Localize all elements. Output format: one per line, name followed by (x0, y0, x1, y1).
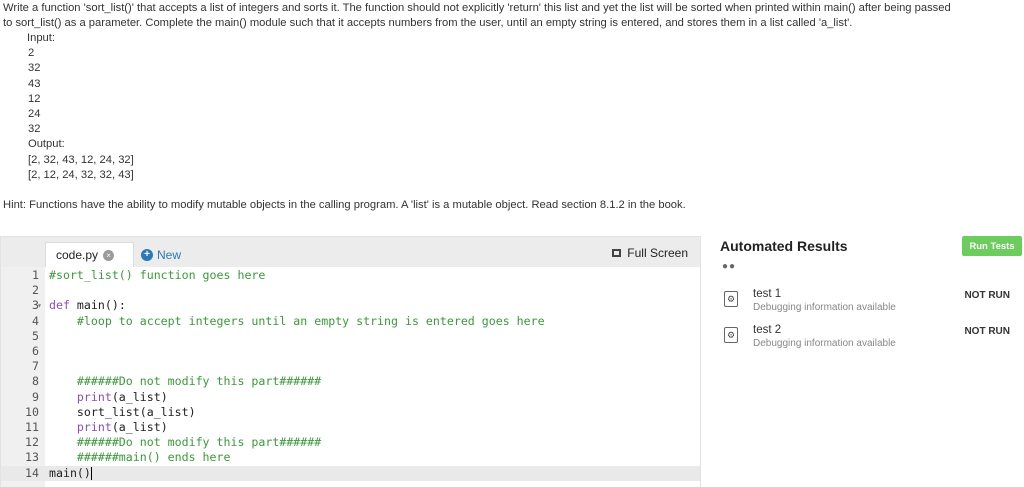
new-label: New (157, 247, 182, 262)
prompt-line-1: Write a function 'sort_list()' that acce… (3, 2, 951, 14)
test-name: test 2 (753, 324, 782, 336)
hint-text: Hint: Functions have the ability to modi… (3, 199, 686, 211)
line-number: 10 (25, 404, 39, 419)
code-rest: (a_list) (111, 389, 168, 404)
fullscreen-icon (612, 249, 622, 257)
keyword: print (49, 389, 112, 404)
editor-tabbar: code.py × + New Full Screen (1, 237, 700, 267)
test-status-badge: NOT RUN (964, 290, 1010, 301)
line-number: 12 (25, 435, 39, 450)
code-line[interactable]: 10 sort_list(a_list) (1, 405, 700, 420)
test-name: test 1 (753, 288, 782, 300)
code-text: print(a_list) (49, 420, 168, 435)
input-value: 24 (28, 107, 41, 120)
line-number: 11 (25, 420, 39, 434)
line-number: 7 (32, 359, 39, 374)
input-value: 43 (28, 77, 41, 90)
code-line[interactable]: 6 (1, 344, 700, 359)
debug-file-icon[interactable]: ⚙ (724, 291, 738, 307)
code-text: ######Do not modify this part###### (49, 435, 322, 450)
fold-arrow-icon[interactable]: ▾ (37, 298, 42, 313)
run-tests-button[interactable]: Run Tests (962, 236, 1022, 256)
code-line-active[interactable]: 14 main() (1, 465, 700, 481)
line-number: 2 (32, 283, 39, 298)
line-number: 14 (25, 465, 39, 480)
code-rest: main(): (69, 298, 126, 313)
problem-statement: Write a function 'sort_list()' that acce… (3, 1, 1021, 183)
code-line[interactable]: 13 ######main() ends here (1, 450, 700, 465)
test-status-badge: NOT RUN (964, 326, 1010, 337)
keyword: def (49, 298, 70, 313)
tab-code-py[interactable]: code.py × (45, 242, 134, 267)
tab-label: code.py (56, 248, 99, 262)
plus-icon: + (141, 248, 153, 261)
code-line[interactable]: 7 (1, 359, 700, 374)
line-number: 1 (32, 268, 39, 282)
text-cursor (90, 466, 92, 480)
input-value: 12 (28, 92, 41, 105)
line-number: 9 (32, 389, 39, 404)
code-line[interactable]: 1 #sort_list() function goes here (1, 268, 700, 283)
input-value: 32 (28, 123, 41, 136)
new-file-button[interactable]: + New (141, 242, 181, 267)
line-number: 5 (32, 328, 39, 343)
code-rest: (a_list) (111, 420, 168, 434)
line-number: 3 (32, 298, 39, 313)
code-text: #sort_list() function goes here (49, 268, 266, 282)
prompt-line-2: to sort_list() as a parameter. Complete … (3, 17, 853, 29)
code-line[interactable]: 9 print(a_list) (1, 390, 700, 405)
code-area[interactable]: 1 #sort_list() function goes here 2 3 ▾ … (1, 267, 700, 487)
code-text: ######Do not modify this part###### (49, 374, 322, 389)
loading-dots: ●● (722, 261, 737, 272)
code-text: main() (49, 466, 92, 481)
debug-file-icon[interactable]: ⚙ (724, 327, 738, 343)
code-line[interactable]: 11 print(a_list) (1, 420, 700, 435)
fullscreen-label: Full Screen (627, 246, 688, 260)
close-icon[interactable]: × (103, 249, 115, 261)
output-label: Output: (28, 138, 65, 151)
code-editor: code.py × + New Full Screen 1 #sort_list… (0, 236, 701, 487)
debug-info-link[interactable]: Debugging information available (753, 338, 896, 349)
test-result-row[interactable]: ⚙ test 2 Debugging information available… (724, 324, 1024, 356)
code-text: #loop to accept integers until an empty … (49, 313, 545, 328)
fullscreen-button[interactable]: Full Screen (612, 246, 688, 260)
keyword: print (49, 420, 112, 434)
automated-results-panel: Automated Results Run Tests ●● ⚙ test 1 … (710, 236, 1024, 487)
input-value: 32 (28, 62, 41, 75)
input-label: Input: (27, 32, 55, 44)
line-number: 13 (25, 450, 39, 465)
code-text: print(a_list) (49, 390, 168, 405)
line-number: 6 (32, 344, 39, 358)
output-value: [2, 32, 43, 12, 24, 32] (28, 153, 134, 166)
line-number: 8 (32, 374, 39, 389)
code-line[interactable]: 12 ######Do not modify this part###### (1, 435, 700, 450)
code-line[interactable]: 5 (1, 329, 700, 344)
code-line[interactable]: 8 ######Do not modify this part###### (1, 374, 700, 389)
code-text: def main(): (49, 298, 126, 313)
code-line[interactable]: 2 (1, 283, 700, 298)
io-example: Input: 2 32 43 12 24 32 Output: [2, 32, … (3, 31, 1021, 183)
output-value: [2, 12, 24, 32, 32, 43] (28, 168, 134, 181)
input-value: 2 (28, 47, 35, 60)
code-rest: main() (49, 465, 91, 480)
code-text: ######main() ends here (49, 450, 231, 465)
line-number: 4 (32, 313, 39, 328)
test-result-row[interactable]: ⚙ test 1 Debugging information available… (724, 288, 1024, 320)
code-line[interactable]: 3 ▾ def main(): (1, 298, 700, 313)
code-line[interactable]: 4 #loop to accept integers until an empt… (1, 314, 700, 329)
code-text: sort_list(a_list) (49, 404, 196, 419)
debug-info-link[interactable]: Debugging information available (753, 302, 896, 313)
results-title: Automated Results (720, 238, 848, 254)
